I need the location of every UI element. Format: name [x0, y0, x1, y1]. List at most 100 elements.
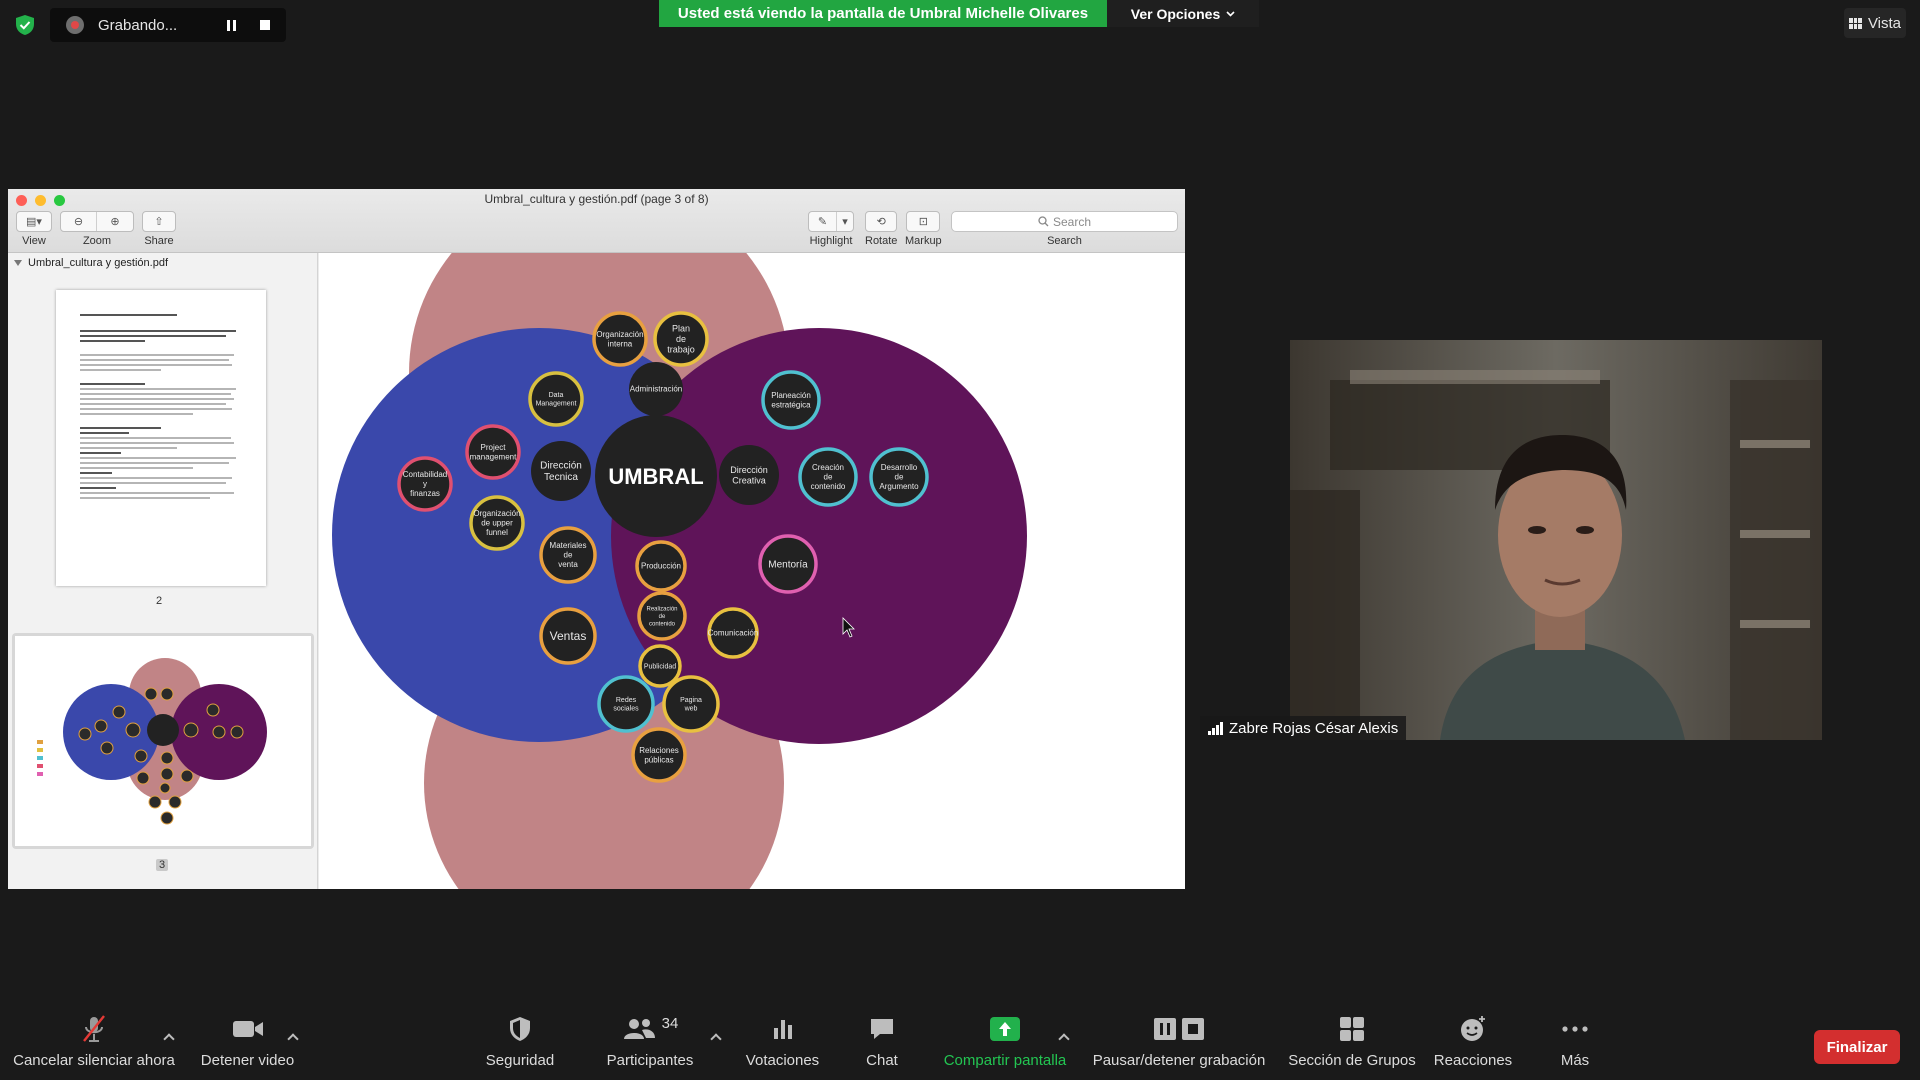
share-screen-button[interactable]: Compartir pantalla — [936, 1010, 1074, 1080]
thumbnail-sidebar: Umbral_cultura y gestión.pdf 2 3 — [8, 253, 318, 889]
gallery-grid-icon — [1848, 17, 1862, 29]
rotate-control[interactable]: ⟲ Rotate — [865, 211, 897, 247]
node-label-publicidad: Publicidad — [644, 663, 676, 670]
participant-name: Zabre Rojas César Alexis — [1229, 719, 1399, 737]
zoom-out-icon[interactable]: ⊖ — [61, 212, 97, 231]
preview-titlebar: Umbral_cultura y gestión.pdf (page 3 of … — [8, 189, 1185, 253]
participant-video-frame — [1290, 340, 1822, 740]
search-control[interactable]: Search Search — [951, 211, 1178, 247]
highlight-control[interactable]: ✎ ▾ Highlight — [808, 211, 854, 247]
video-label: Detener video — [200, 1052, 295, 1069]
pause-icon — [226, 19, 236, 31]
recording-indicator: Grabando... — [50, 8, 286, 42]
security-shield-icon[interactable] — [14, 14, 36, 36]
pdf-page-view[interactable]: UMBRAL Organización interna Plan de trabajo Ad… — [319, 253, 1185, 889]
view-options-dropdown[interactable]: Ver Opciones — [1107, 0, 1259, 27]
signal-strength-icon — [1208, 721, 1223, 735]
page-3-thumbnail-selected[interactable] — [12, 633, 314, 849]
node-label-mentoria: Mentoría — [768, 559, 808, 570]
view-options-label: Ver Opciones — [1130, 5, 1221, 22]
stop-recording-button[interactable] — [254, 14, 276, 36]
node-label-produccion: Producción — [641, 562, 681, 571]
zoom-meeting-window: Grabando... Usted está viendo la pantall… — [0, 0, 1920, 1080]
search-label: Search — [1047, 235, 1082, 247]
view-button[interactable]: Vista — [1844, 8, 1906, 38]
mute-button[interactable]: Cancelar silenciar ahora — [4, 1010, 184, 1080]
participants-button[interactable]: 34 Participantes — [595, 1010, 705, 1080]
page-3-thumbnail — [15, 636, 311, 846]
polls-label: Votaciones — [745, 1052, 820, 1069]
node-label-direccion-creativa: Dirección Creativa — [730, 465, 768, 486]
search-placeholder: Search — [1052, 214, 1092, 229]
microphone-muted-icon — [83, 1015, 105, 1042]
participants-label: Participantes — [606, 1052, 694, 1069]
pause-stop-recording-label: Pausar/detener grabación — [1092, 1052, 1266, 1069]
zoom-in-icon[interactable]: ⊕ — [97, 212, 133, 231]
participants-icon — [623, 1019, 655, 1039]
shield-icon — [510, 1017, 530, 1041]
chat-label: Chat — [866, 1052, 898, 1069]
page-2-thumbnail[interactable] — [56, 290, 266, 586]
node-label-relaciones-publicas: Relaciones públicas — [639, 746, 679, 765]
highlighter-icon[interactable]: ✎ — [809, 212, 837, 231]
participants-options-caret-icon[interactable] — [710, 1033, 722, 1045]
smiley-plus-icon — [1461, 1016, 1485, 1041]
view-label: View — [22, 235, 46, 247]
view-control[interactable]: ▤▾ View — [16, 211, 52, 247]
share-icon[interactable]: ⇧ — [143, 212, 175, 231]
stop-icon — [260, 20, 270, 30]
page-3-diagram-miniature — [37, 658, 267, 825]
node-label-comunicacion: Comunicación — [708, 629, 759, 638]
share-screen-icon — [990, 1017, 1020, 1041]
zoom-label: Zoom — [82, 235, 112, 247]
page-3-number: 3 — [156, 859, 169, 871]
window-title: Umbral_cultura y gestión.pdf (page 3 of … — [484, 192, 709, 206]
reactions-button[interactable]: Reacciones — [1425, 1010, 1521, 1080]
rotate-icon[interactable]: ⟲ — [866, 212, 896, 231]
video-camera-icon — [232, 1021, 263, 1037]
reactions-label: Reacciones — [1433, 1052, 1513, 1069]
recording-dot-icon — [66, 16, 84, 34]
share-control[interactable]: ⇧ Share — [142, 211, 176, 247]
chevron-down-icon[interactable]: ▾ — [837, 212, 853, 231]
node-label-administracion: Administración — [630, 385, 682, 394]
stop-video-button[interactable]: Detener video — [190, 1010, 305, 1080]
preview-body: Umbral_cultura y gestión.pdf 2 3 UMBRAL … — [8, 253, 1185, 889]
participant-video[interactable] — [1290, 340, 1822, 740]
shared-preview-window: Umbral_cultura y gestión.pdf (page 3 of … — [8, 189, 1185, 889]
participants-count: 34 — [661, 1014, 679, 1032]
markup-label: Markup — [905, 235, 942, 247]
toolbox-icon[interactable]: ⊡ — [907, 212, 939, 231]
bar-chart-icon — [773, 1020, 792, 1039]
umbral-diagram: UMBRALOrganización internaPlan de trabajoAd… — [332, 253, 1027, 889]
more-dots-icon — [1562, 1026, 1588, 1032]
node-label-planeacion-estrategica: Planeación estratégica — [771, 391, 811, 410]
pause-stop-recording-button[interactable]: Pausar/detener grabación — [1088, 1010, 1270, 1080]
end-meeting-button[interactable]: Finalizar — [1814, 1030, 1900, 1064]
pause-recording-button[interactable] — [220, 14, 242, 36]
breakout-rooms-button[interactable]: Sección de Grupos — [1285, 1010, 1419, 1080]
sidebar-toggle-icon[interactable]: ▤▾ — [17, 212, 51, 231]
node-label-direccion-tecnica: Dirección Tecnica — [540, 461, 582, 484]
chat-bubble-icon — [871, 1019, 893, 1039]
participant-name-tag: Zabre Rojas César Alexis — [1200, 716, 1407, 740]
more-label: Más — [1560, 1052, 1590, 1069]
rotate-label: Rotate — [865, 235, 898, 247]
view-button-label: Vista — [1867, 14, 1902, 32]
disclosure-triangle-icon[interactable] — [14, 260, 22, 266]
zoom-control[interactable]: ⊖ ⊕ Zoom — [60, 211, 134, 247]
page-2-number: 2 — [156, 595, 163, 607]
highlight-label: Highlight — [809, 235, 853, 247]
security-button[interactable]: Seguridad — [470, 1010, 570, 1080]
markup-control[interactable]: ⊡ Markup — [905, 211, 942, 247]
sidebar-file-header[interactable]: Umbral_cultura y gestión.pdf — [8, 253, 317, 273]
chat-button[interactable]: Chat — [850, 1010, 914, 1080]
more-button[interactable]: Más — [1550, 1010, 1600, 1080]
share-label: Share — [144, 235, 174, 247]
mute-label: Cancelar silenciar ahora — [13, 1052, 175, 1069]
search-input[interactable]: Search — [951, 211, 1178, 232]
polls-button[interactable]: Votaciones — [735, 1010, 830, 1080]
share-screen-label: Compartir pantalla — [943, 1052, 1067, 1069]
screen-share-banner: Usted está viendo la pantalla de Umbral … — [659, 0, 1107, 27]
breakout-rooms-icon — [1340, 1017, 1364, 1041]
